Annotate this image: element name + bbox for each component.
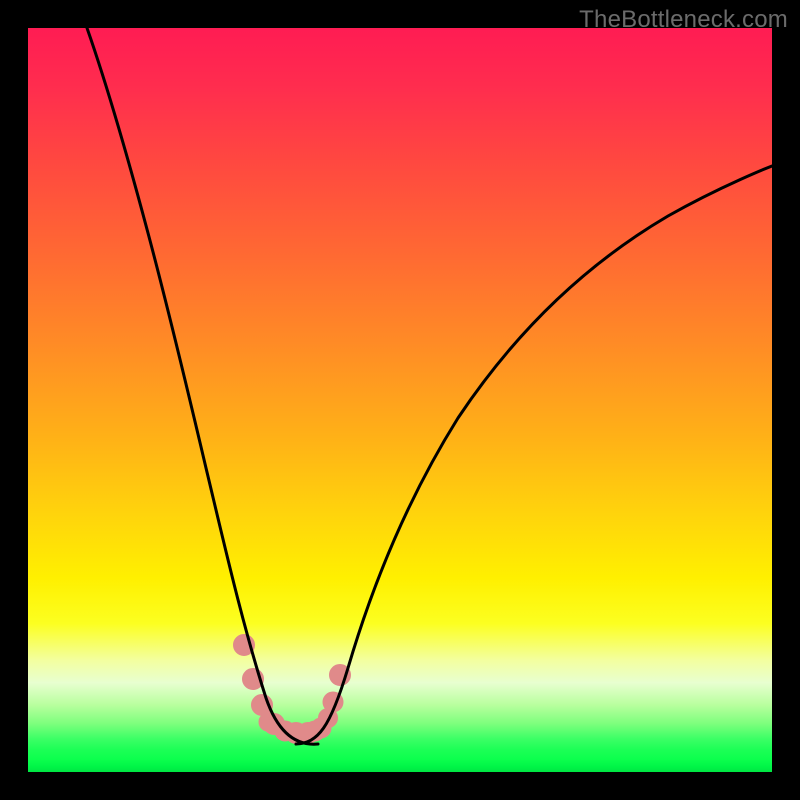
chart-frame: TheBottleneck.com <box>0 0 800 800</box>
watermark-text: TheBottleneck.com <box>579 6 788 34</box>
plot-area <box>28 28 772 772</box>
right-curve <box>296 166 772 744</box>
main-curves <box>87 28 772 744</box>
curve-layer <box>28 28 772 772</box>
left-curve <box>87 28 318 744</box>
